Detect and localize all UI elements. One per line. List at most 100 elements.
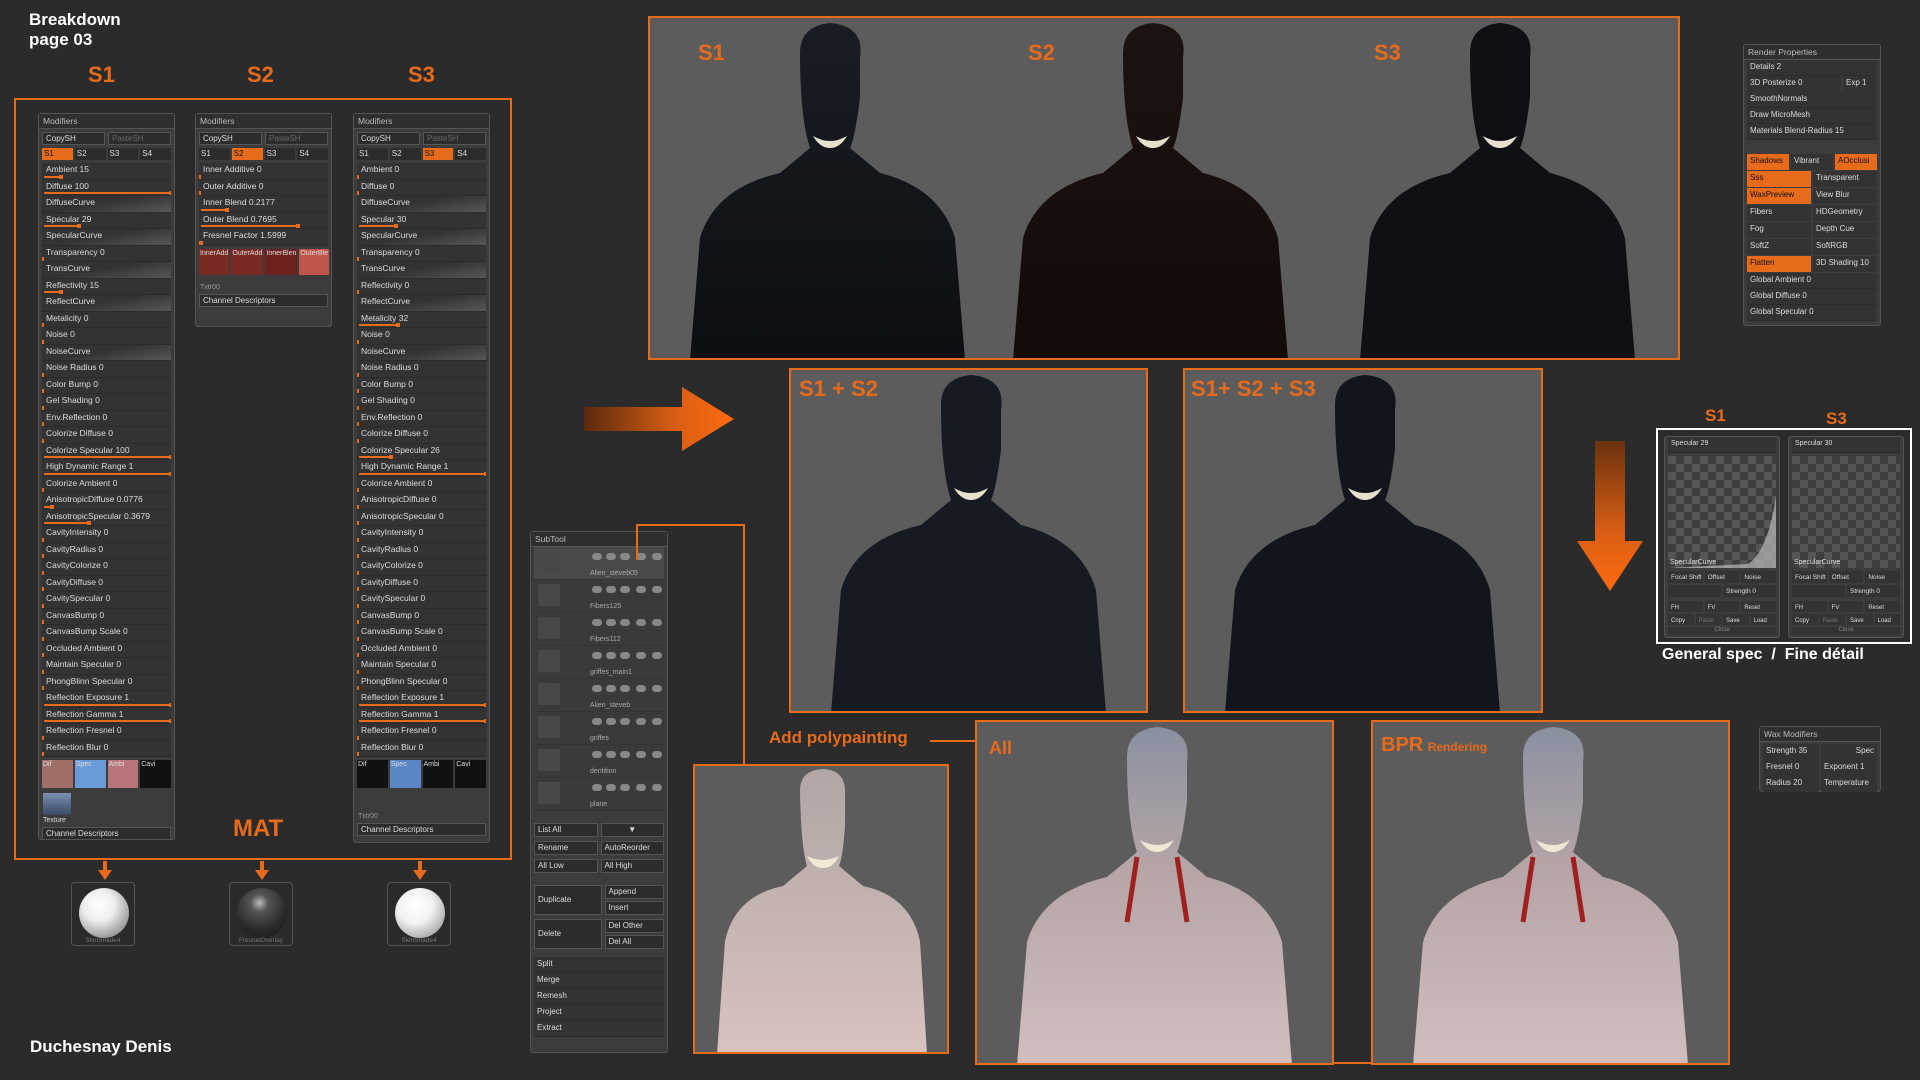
smooth-normals-toggle[interactable]: SmoothNormals: [1747, 92, 1877, 108]
fog-toggle[interactable]: Fog: [1747, 222, 1811, 238]
modifier-row[interactable]: CavityRadius 0: [357, 542, 486, 559]
slider-knob[interactable]: [357, 504, 359, 509]
focal-shift-slider[interactable]: Focal Shift 0: [1792, 571, 1827, 583]
softz-toggle[interactable]: SoftZ: [1747, 239, 1811, 255]
toggle-icon[interactable]: [636, 784, 646, 791]
toggle-icon[interactable]: [592, 718, 602, 725]
slider-knob[interactable]: [357, 389, 359, 393]
del-other-button[interactable]: Del Other: [604, 919, 664, 933]
toggle-icon[interactable]: [592, 619, 602, 626]
tab-s4[interactable]: S4: [140, 148, 171, 160]
slider-knob[interactable]: [42, 389, 44, 393]
toggle-icon[interactable]: [592, 652, 602, 659]
toggle-icon[interactable]: [636, 718, 646, 725]
slider-knob[interactable]: [357, 290, 359, 294]
slider-knob[interactable]: [169, 719, 171, 723]
paste-sh-button[interactable]: PasteSH: [108, 132, 171, 145]
modifier-row[interactable]: Reflection Fresnel 0: [42, 724, 171, 741]
modifier-row[interactable]: Diffuse 0: [357, 179, 486, 196]
toggle-icon[interactable]: [636, 751, 646, 758]
slider-knob[interactable]: [357, 488, 359, 492]
tab-s2[interactable]: S2: [231, 148, 263, 160]
specular-curve-editor[interactable]: SpecularCurve: [1668, 456, 1776, 568]
softrgb-toggle[interactable]: SoftRGB: [1813, 239, 1877, 255]
materials-blend-slider[interactable]: Materials Blend-Radius 15: [1747, 124, 1877, 140]
delete-button[interactable]: Delete: [534, 919, 602, 949]
load-button[interactable]: Load: [1750, 614, 1776, 625]
modifier-row[interactable]: Colorize Ambient 0: [357, 476, 486, 493]
modifier-row[interactable]: Noise 0: [357, 328, 486, 345]
modifier-row[interactable]: Reflection Blur 0: [42, 740, 171, 757]
eye-icon[interactable]: [652, 784, 662, 791]
toggle-icon[interactable]: [592, 784, 602, 791]
duplicate-button[interactable]: Duplicate: [534, 885, 602, 915]
channel-descriptors-button[interactable]: Channel Descriptors: [357, 823, 486, 836]
rename-button[interactable]: Rename: [534, 841, 598, 855]
modifier-row[interactable]: CavityIntensity 0: [42, 526, 171, 543]
toggle-icon[interactable]: [636, 619, 646, 626]
slider-knob[interactable]: [42, 636, 44, 641]
slider-knob[interactable]: [42, 537, 44, 542]
slider-knob[interactable]: [42, 653, 44, 657]
modifier-row[interactable]: NoiseCurve: [42, 344, 171, 361]
modifier-row[interactable]: Outer Additive 0: [199, 179, 328, 196]
fv-button[interactable]: FV: [1704, 601, 1740, 612]
modifier-row[interactable]: Metalicity 0: [42, 311, 171, 328]
modifier-row[interactable]: CanvasBump 0: [357, 608, 486, 625]
slider-knob[interactable]: [357, 636, 359, 641]
modifier-row[interactable]: TransCurve: [357, 262, 486, 279]
eye-icon[interactable]: [652, 751, 662, 758]
modifier-row[interactable]: CanvasBump 0: [42, 608, 171, 625]
copy-sh-button[interactable]: CopySH: [357, 132, 420, 145]
modifier-row[interactable]: Noise 0: [42, 328, 171, 345]
modifier-row[interactable]: Outer Blend 0.7695: [199, 212, 328, 229]
slider-knob[interactable]: [59, 290, 64, 294]
subtool-item[interactable]: dentition: [534, 745, 664, 778]
swatch-diffuse[interactable]: Dif: [42, 760, 73, 788]
tab-s3[interactable]: S3: [422, 148, 454, 160]
toggle-icon[interactable]: [592, 553, 602, 560]
eye-icon[interactable]: [652, 685, 662, 692]
subtool-item[interactable]: griffes: [534, 712, 664, 745]
toggle-icon[interactable]: [620, 685, 630, 692]
autoreorder-button[interactable]: AutoReorder: [600, 841, 664, 855]
slider-knob[interactable]: [396, 323, 401, 327]
details-slider[interactable]: Details 2: [1747, 60, 1877, 76]
modifier-row[interactable]: AnisotropicDiffuse 0: [357, 493, 486, 510]
modifier-row[interactable]: Colorize Diffuse 0: [42, 427, 171, 444]
modifier-row[interactable]: Transparency 0: [357, 245, 486, 262]
modifier-row[interactable]: Gel Shading 0: [357, 394, 486, 411]
tab-s1[interactable]: S1: [42, 148, 73, 160]
posterize-slider[interactable]: 3D Posterize 0: [1747, 76, 1841, 92]
strength-slider[interactable]: Strength 0: [1847, 585, 1900, 597]
toggle-icon[interactable]: [636, 652, 646, 659]
slider-knob[interactable]: [59, 174, 64, 179]
append-button[interactable]: Append: [604, 885, 664, 899]
del-all-button[interactable]: Del All: [604, 935, 664, 949]
modifier-row[interactable]: Ambient 15: [42, 163, 171, 180]
modifier-row[interactable]: ReflectCurve: [357, 295, 486, 312]
modifier-row[interactable]: Reflection Exposure 1: [42, 691, 171, 708]
close-button[interactable]: Close: [1668, 627, 1776, 635]
modifier-row[interactable]: Ambient 0: [357, 163, 486, 180]
wax-strength-slider[interactable]: Strength 35: [1763, 744, 1819, 760]
toggle-icon[interactable]: [636, 586, 646, 593]
subtool-action-extract-button[interactable]: Extract: [534, 1021, 664, 1037]
toggle-icon[interactable]: [620, 784, 630, 791]
modifier-row[interactable]: Fresnel Factor 1.5999: [199, 229, 328, 246]
offset-slider[interactable]: Offset: [1704, 571, 1740, 583]
modifier-row[interactable]: Reflection Fresnel 0: [357, 724, 486, 741]
toggle-icon[interactable]: [620, 619, 630, 626]
fh-button[interactable]: FH: [1792, 601, 1827, 612]
slider-knob[interactable]: [50, 504, 54, 509]
slider-knob[interactable]: [199, 191, 201, 195]
close-button[interactable]: Close: [1792, 627, 1900, 635]
swatch-ambient[interactable]: Ambi: [422, 760, 454, 788]
wax-temperature-slider[interactable]: Temperature: [1821, 776, 1877, 792]
slider-knob[interactable]: [357, 191, 359, 195]
slider-knob[interactable]: [357, 735, 359, 740]
slider-knob[interactable]: [42, 587, 44, 591]
wax-exponent-slider[interactable]: Exponent 1: [1821, 760, 1877, 776]
paste-sh-button[interactable]: PasteSH: [265, 132, 328, 145]
modifier-row[interactable]: CanvasBump Scale 0: [42, 625, 171, 642]
